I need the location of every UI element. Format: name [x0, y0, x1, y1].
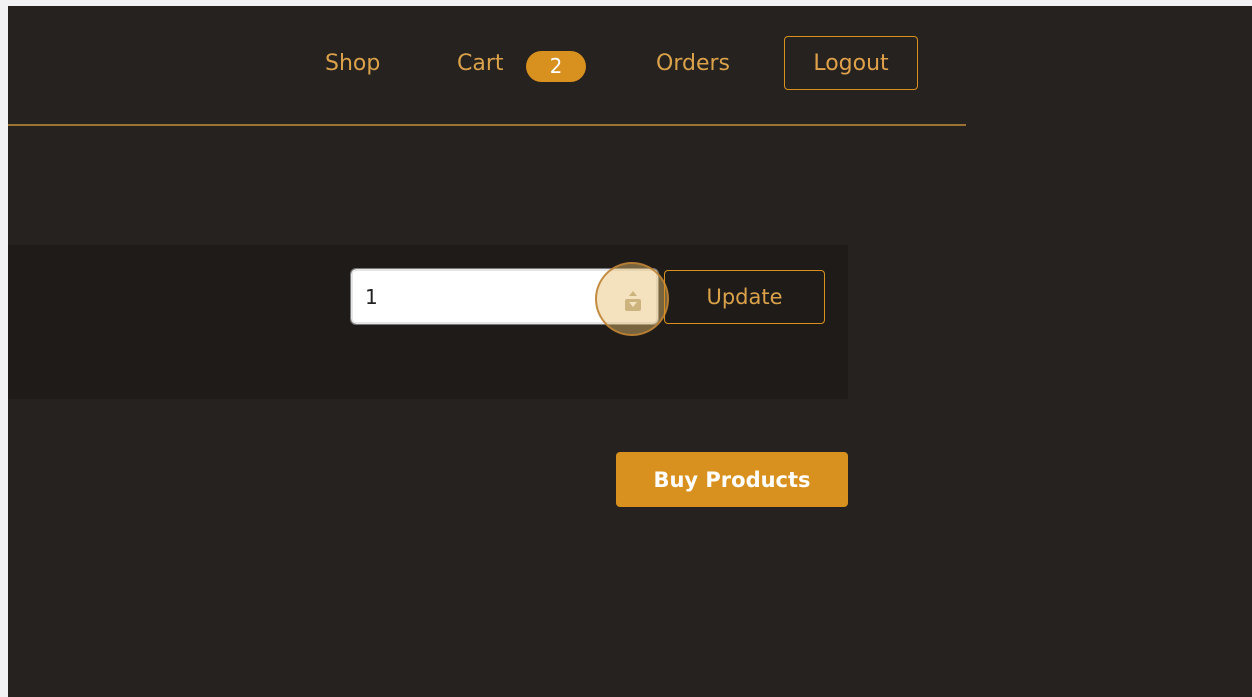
nav-shop-link[interactable]: Shop	[325, 49, 380, 79]
top-navigation: Shop Cart 2 Orders Logout	[8, 6, 966, 126]
nav-cart-link[interactable]: Cart	[457, 49, 504, 79]
logout-button[interactable]: Logout	[784, 36, 918, 90]
quantity-stepper-icon[interactable]	[625, 291, 641, 311]
quantity-input[interactable]	[350, 268, 659, 325]
cart-count-badge[interactable]: 2	[526, 51, 586, 82]
stepper-down-icon[interactable]	[625, 299, 641, 311]
app-window: Shop Cart 2 Orders Logout Update Buy Pro…	[8, 6, 1252, 697]
update-button[interactable]: Update	[664, 270, 825, 324]
stepper-up-icon[interactable]	[629, 291, 637, 296]
cart-item-row: Update	[8, 245, 848, 399]
buy-products-button[interactable]: Buy Products	[616, 452, 848, 507]
nav-orders-link[interactable]: Orders	[656, 49, 730, 79]
